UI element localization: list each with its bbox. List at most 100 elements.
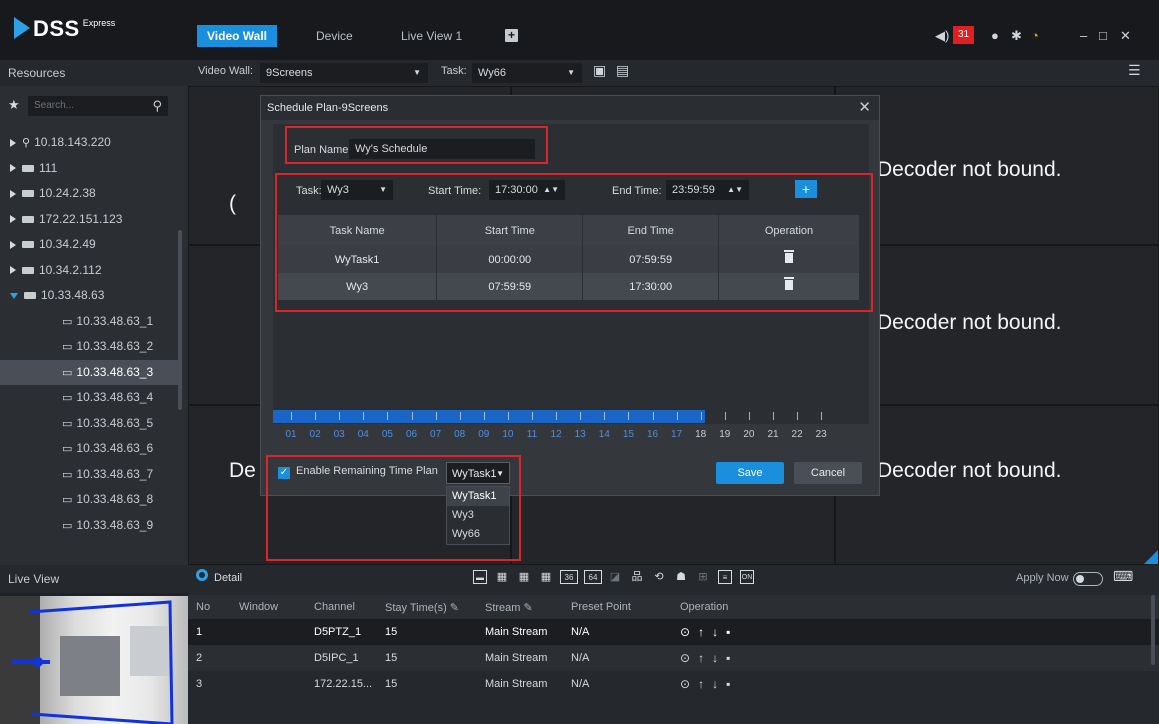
split-icon[interactable]: ⊞ [696,570,710,584]
schedule-timeline[interactable]: 01 02 03 04 05 06 07 08 09 10 11 12 13 14 15 16 17 18 19 20… [273,410,863,440]
close-icon[interactable]: ✕ [858,98,871,116]
keyboard-icon[interactable]: ⌨ [1113,568,1133,585]
resize-corner-icon[interactable] [1144,550,1158,564]
layout-16-icon[interactable]: ▦ [539,570,553,584]
tree-item[interactable]: ▭ 10.33.48.63_6 [0,436,178,462]
wall-cell-6[interactable]: Decoder not bound. [835,245,1159,405]
sidebar-scrollbar[interactable] [178,230,182,410]
alarm-count-badge[interactable]: 31 [953,26,975,44]
tab-live-view-1[interactable]: Live View 1 [391,25,472,47]
tree-layout-icon[interactable]: 品 [630,570,644,584]
rotate-icon[interactable]: ⟲ [652,570,666,584]
delete-icon[interactable]: ▪ [726,651,730,665]
wall-cell-9[interactable]: Decoder not bound. [835,405,1159,565]
tree-item[interactable]: ⚲ 10.18.143.220 [0,130,178,156]
tree-item[interactable]: ▭ 10.33.48.63_8 [0,487,178,513]
expand-down-icon[interactable] [10,292,18,299]
timeline-tick [507,412,509,420]
save-icon[interactable]: ▣ [593,62,606,79]
encoder-icon [22,190,34,198]
tree-item[interactable]: ▭ 10.33.48.63_2 [0,334,178,360]
expand-right-icon[interactable] [10,189,16,198]
favorite-star-icon[interactable]: ★ [8,97,20,113]
tree-item[interactable]: ▭ 10.33.48.63_9 [0,513,178,539]
layout-1-icon[interactable]: ▬ [473,570,487,584]
tree-item[interactable]: 111 [0,156,178,182]
search-input[interactable]: Search... ⚲ [28,96,168,116]
search-row: ★ Search... ⚲ [0,94,188,118]
apply-now-toggle[interactable] [1073,572,1103,586]
task-select[interactable]: Wy66 ▼ [472,63,582,83]
tree-item[interactable]: 10.34.2.112 [0,258,178,284]
cancel-button[interactable]: Cancel [794,462,862,484]
table-row[interactable]: 3 172.22.15... 15 Main Stream N/A ⊙ ↑ ↓ ▪ [188,671,1159,697]
tree-item[interactable]: ▭ 10.33.48.63_4 [0,385,178,411]
decoder-message: Decoder not bound. [877,158,1062,181]
column-header: Stay Time(s) ✎ [377,595,477,619]
play-icon[interactable]: ⊙ [680,677,690,691]
resources-sidebar: Resources ★ Search... ⚲ ⚲ 10.18.143.220 11… [0,60,188,565]
user-icon[interactable]: ● [991,27,999,45]
table-row[interactable]: 1 D5PTZ_1 15 Main Stream N/A ⊙ ↑ ↓ ▪ [188,619,1159,645]
detail-scrollbar[interactable] [1151,595,1155,665]
move-down-icon[interactable]: ↓ [712,651,718,665]
stay-time-header: Stay Time(s) [385,601,447,614]
move-down-icon[interactable]: ↓ [712,677,718,691]
move-up-icon[interactable]: ↑ [698,677,704,691]
video-wall-select-value: 9Screens [266,67,313,79]
edit-pencil-icon[interactable]: ✎ [450,602,459,614]
delete-icon[interactable]: ▪ [726,677,730,691]
search-icon[interactable]: ⚲ [152,96,162,116]
volume-icon[interactable]: ◀) [935,27,949,45]
camera-channel-icon: ▭ [62,341,73,353]
tree-item[interactable]: 10.34.2.49 [0,232,178,258]
gear-icon[interactable]: ✱ [1011,27,1022,45]
tab-video-wall[interactable]: Video Wall [197,25,278,47]
expand-right-icon[interactable] [10,266,16,275]
power-on-icon[interactable]: ON [740,570,754,584]
search-placeholder: Search... [34,100,75,111]
tree-item[interactable]: ▭ 10.33.48.63_1 [0,309,178,335]
performance-icon[interactable]: ◔ [1031,27,1039,45]
edit-layout-icon[interactable]: ◪ [608,570,622,584]
minimize-icon[interactable]: – [1080,27,1087,45]
list-view-icon[interactable]: ☰ [1128,62,1141,79]
edit-pencil-icon[interactable]: ✎ [524,602,533,614]
play-icon[interactable]: ⊙ [680,625,690,639]
expand-right-icon[interactable] [10,138,16,147]
save-as-icon[interactable]: ▤ [616,62,629,79]
save-button[interactable]: Save [716,462,784,484]
live-view-preview[interactable] [0,596,188,724]
tree-item[interactable]: 172.22.151.123 [0,207,178,233]
expand-right-icon[interactable] [10,164,16,173]
expand-right-icon[interactable] [10,215,16,224]
tree-item[interactable]: 10.24.2.38 [0,181,178,207]
move-up-icon[interactable]: ↑ [698,651,704,665]
tree-item[interactable]: ▭ 10.33.48.63_7 [0,462,178,488]
window-icon[interactable]: ≡ [718,570,732,584]
layout-64-icon[interactable]: 64 [584,570,602,584]
expand-right-icon[interactable] [10,240,16,249]
maximize-icon[interactable]: □ [1099,27,1107,45]
add-tab-icon[interactable]: + [505,29,518,42]
lock-icon[interactable]: ☗ [674,570,688,584]
close-icon[interactable]: ✕ [1120,27,1131,45]
apply-now-label: Apply Now [1016,572,1069,584]
layout-9-icon[interactable]: ▦ [517,570,531,584]
video-wall-select[interactable]: 9Screens ▼ [260,63,428,83]
tree-item[interactable]: 10.33.48.63 [0,283,178,309]
wall-cell-3[interactable]: Decoder not bound. [835,86,1159,245]
play-icon[interactable]: ⊙ [680,651,690,665]
layout-36-icon[interactable]: 36 [560,570,578,584]
table-row[interactable]: 2 D5IPC_1 15 Main Stream N/A ⊙ ↑ ↓ ▪ [188,645,1159,671]
move-up-icon[interactable]: ↑ [698,625,704,639]
tree-item[interactable]: ▭ 10.33.48.63_5 [0,411,178,437]
layout-4-icon[interactable]: ▦ [495,570,509,584]
tab-device[interactable]: Device [306,25,363,47]
detail-header: Detail ▬ ▦ ▦ ▦ 36 64 ◪ 品 ⟲ ☗ ⊞ ≡ ON Appl… [188,565,1159,593]
operation-cell: ⊙ ↑ ↓ ▪ [672,645,1159,671]
camera-channel-icon: ▭ [62,392,73,404]
move-down-icon[interactable]: ↓ [712,625,718,639]
tree-item[interactable]: ▭ 10.33.48.63_3 [0,359,178,385]
delete-icon[interactable]: ▪ [726,625,730,639]
